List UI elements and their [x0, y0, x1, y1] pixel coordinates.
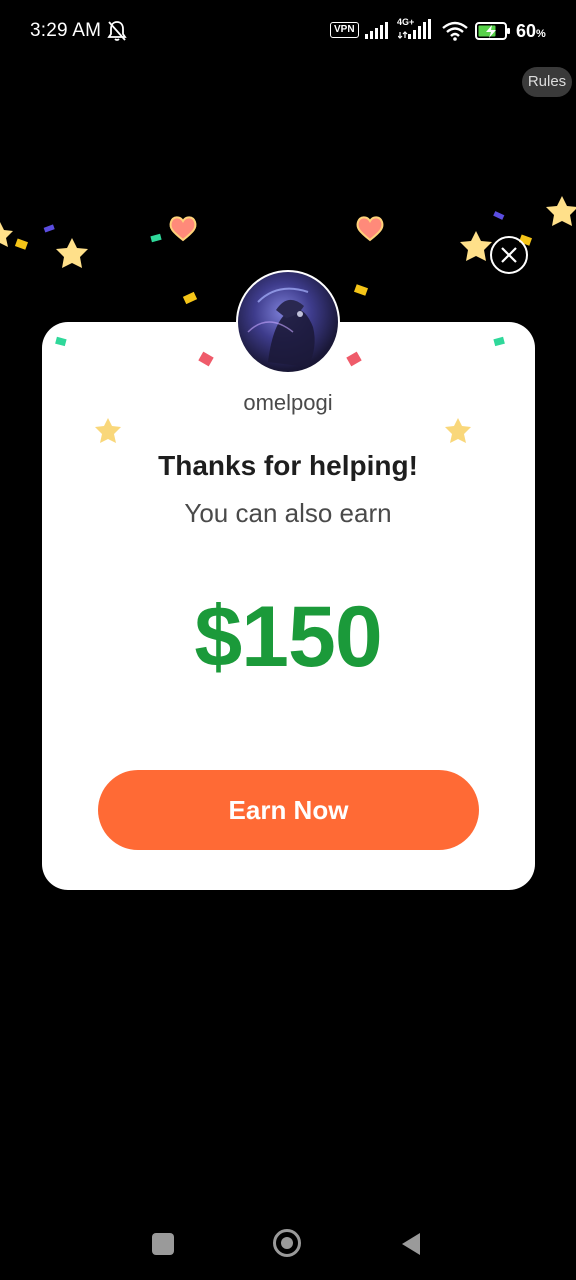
bell-off-icon: [107, 21, 127, 41]
signal-icon: [398, 19, 431, 39]
confetti-heart-icon: [169, 216, 384, 242]
rules-button[interactable]: Rules: [522, 67, 572, 97]
close-button[interactable]: [490, 236, 528, 274]
signal-icon: [365, 22, 388, 39]
screen: 3:29 AM VPN 4G+ 60% Rules omelpogi Thank…: [0, 0, 576, 1280]
home-icon[interactable]: [273, 1229, 301, 1257]
battery-charging-icon: [475, 22, 510, 40]
vpn-badge: VPN: [330, 22, 359, 38]
reward-amount: $150: [194, 589, 382, 685]
avatar-image: [247, 287, 315, 367]
status-bar: 3:29 AM VPN 4G+ 60%: [0, 0, 576, 62]
avatar: [236, 270, 340, 374]
recents-icon[interactable]: [152, 1233, 174, 1255]
battery-percent: 60%: [516, 21, 546, 41]
back-icon[interactable]: [400, 1232, 422, 1256]
username: omelpogi: [243, 390, 333, 415]
dialog-title: Thanks for helping!: [158, 450, 418, 481]
earn-now-button[interactable]: Earn Now: [98, 770, 479, 850]
close-icon: [501, 247, 517, 263]
dialog-subtitle: You can also earn: [184, 498, 392, 528]
wifi-icon: [442, 21, 468, 41]
status-time: 3:29 AM: [30, 20, 102, 41]
